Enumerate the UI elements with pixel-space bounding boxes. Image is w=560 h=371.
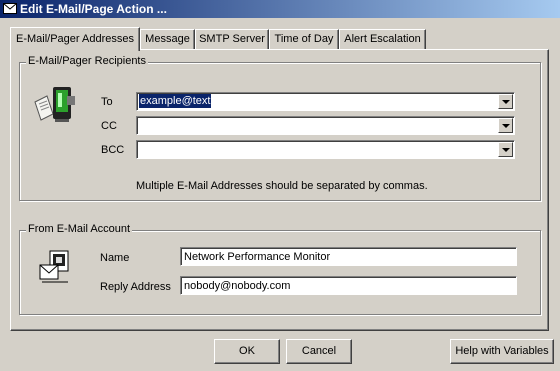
tab-email-pager-addresses[interactable]: E-Mail/Pager Addresses [10, 27, 140, 51]
dialog-window: Edit E-Mail/Page Action ... Message SMTP… [0, 0, 560, 371]
bcc-label: BCC [101, 144, 125, 156]
name-label: Name [100, 252, 130, 264]
bcc-combo[interactable] [136, 140, 515, 159]
ok-button[interactable]: OK [214, 339, 280, 364]
pager-icon [34, 87, 75, 122]
chevron-down-icon[interactable] [498, 142, 513, 157]
title-bar[interactable]: Edit E-Mail/Page Action ... [0, 0, 560, 18]
cc-value [139, 118, 141, 132]
tab-smtp-server[interactable]: SMTP Server [195, 29, 269, 49]
bcc-value [139, 142, 141, 156]
account-group-label: From E-Mail Account [26, 223, 133, 235]
chevron-down-icon[interactable] [498, 94, 513, 109]
recipients-hint: Multiple E-Mail Addresses should be sepa… [136, 180, 428, 192]
cc-label: CC [101, 120, 117, 132]
to-label: To [101, 96, 113, 108]
to-combo[interactable]: example@text [136, 92, 515, 111]
recipients-group-label: E-Mail/Pager Recipients [26, 55, 148, 67]
account-group: From E-Mail Account [19, 223, 541, 315]
name-field[interactable] [180, 247, 517, 266]
cc-combo[interactable] [136, 116, 515, 135]
tab-time-of-day[interactable]: Time of Day [269, 29, 339, 49]
tab-message[interactable]: Message [140, 29, 195, 49]
window-title: Edit E-Mail/Page Action ... [20, 2, 167, 16]
reply-address-field[interactable] [180, 276, 517, 295]
tab-alert-escalation[interactable]: Alert Escalation [339, 29, 426, 49]
envelope-icon [3, 3, 17, 14]
reply-address-label: Reply Address [100, 281, 171, 293]
help-with-variables-button[interactable]: Help with Variables [450, 339, 554, 364]
chevron-down-icon[interactable] [498, 118, 513, 133]
to-value: example@text [139, 94, 212, 108]
cancel-button[interactable]: Cancel [286, 339, 352, 364]
mail-account-icon [39, 250, 69, 283]
